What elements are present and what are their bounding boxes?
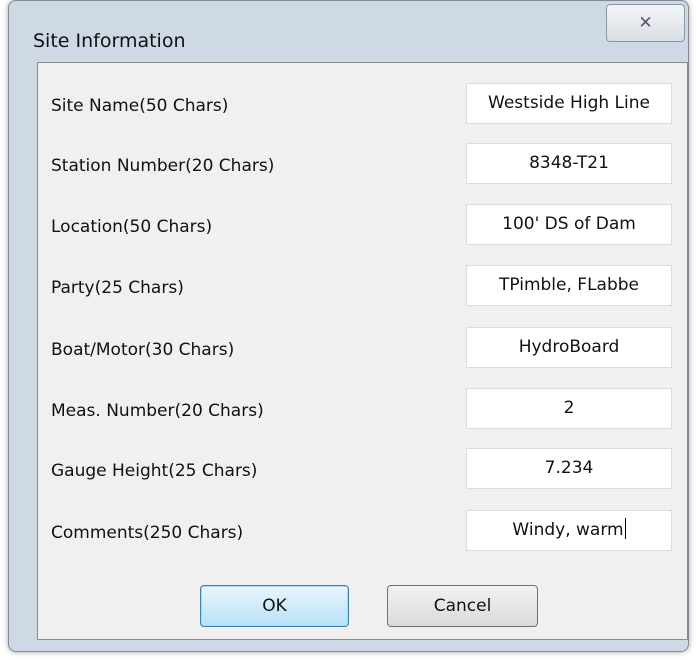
meas-number-field[interactable]: 2 <box>466 388 672 429</box>
meas-number-label: Meas. Number(20 Chars) <box>51 401 264 421</box>
comments-label: Comments(250 Chars) <box>51 523 244 543</box>
party-field[interactable]: TPimble, FLabbe <box>466 265 672 306</box>
dialog-client-area: Site Name(50 Chars) Westside High Line S… <box>37 62 688 640</box>
location-row: Location(50 Chars) 100' DS of Dam <box>38 204 687 248</box>
text-cursor <box>624 518 626 539</box>
station-number-row: Station Number(20 Chars) 8348-T21 <box>38 143 687 187</box>
cancel-button[interactable]: Cancel <box>387 585 538 627</box>
boat-motor-label: Boat/Motor(30 Chars) <box>51 340 235 360</box>
boat-motor-field[interactable]: HydroBoard <box>466 327 672 368</box>
site-information-dialog: Site Information ✕ Site Name(50 Chars) W… <box>8 0 689 652</box>
location-field[interactable]: 100' DS of Dam <box>466 204 672 245</box>
location-label: Location(50 Chars) <box>51 217 213 237</box>
station-number-label: Station Number(20 Chars) <box>51 156 275 176</box>
site-name-field[interactable]: Westside High Line <box>466 83 672 124</box>
party-row: Party(25 Chars) TPimble, FLabbe <box>38 265 687 309</box>
boat-motor-row: Boat/Motor(30 Chars) HydroBoard <box>38 327 687 371</box>
gauge-height-field[interactable]: 7.234 <box>466 448 672 489</box>
dialog-title: Site Information <box>33 30 186 52</box>
close-button[interactable]: ✕ <box>606 4 685 42</box>
ok-button[interactable]: OK <box>200 585 349 627</box>
party-label: Party(25 Chars) <box>51 278 184 298</box>
comments-field[interactable]: Windy, warm <box>466 510 672 551</box>
comments-row: Comments(250 Chars) Windy, warm <box>38 510 687 554</box>
gauge-height-label: Gauge Height(25 Chars) <box>51 461 258 481</box>
site-name-label: Site Name(50 Chars) <box>51 96 229 116</box>
comments-value: Windy, warm <box>512 520 624 540</box>
station-number-field[interactable]: 8348-T21 <box>466 143 672 184</box>
site-name-row: Site Name(50 Chars) Westside High Line <box>38 83 687 127</box>
gauge-height-row: Gauge Height(25 Chars) 7.234 <box>38 448 687 492</box>
close-icon: ✕ <box>638 13 653 33</box>
meas-number-row: Meas. Number(20 Chars) 2 <box>38 388 687 432</box>
